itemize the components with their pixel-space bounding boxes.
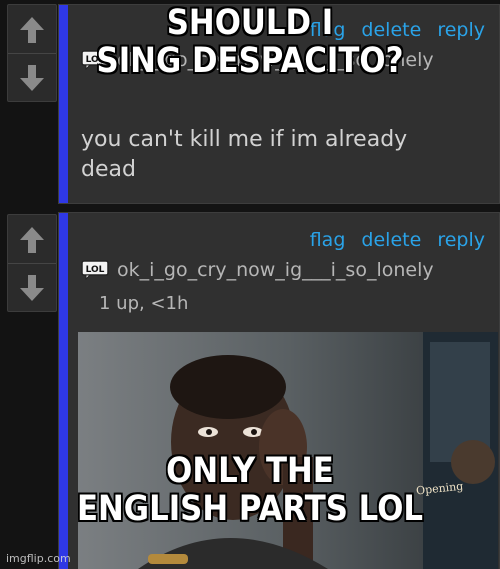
vote-box: [7, 214, 57, 312]
reply-link[interactable]: reply: [437, 229, 485, 251]
comment-text-line: you can't kill me if im already: [81, 127, 408, 152]
downvote-arrow-icon[interactable]: [19, 63, 45, 93]
upvote-arrow-icon[interactable]: [19, 15, 45, 45]
vote-box: [7, 4, 57, 102]
flag-link[interactable]: flag: [310, 19, 346, 41]
roll-safe-photo: [78, 332, 498, 569]
reply-link[interactable]: reply: [437, 19, 485, 41]
comment-meta: 1 up, <1h: [99, 293, 189, 314]
comment-actions: flag delete reply: [304, 229, 485, 251]
vote-divider: [8, 263, 56, 264]
comment-card: flag delete reply LOL ok_i_go_cry_now_ig…: [58, 4, 500, 204]
lol-badge-icon: LOL: [81, 260, 109, 280]
comment-accent-bar: [59, 213, 68, 569]
meme-page: flag delete reply LOL ok_i_go_cry_now_ig…: [0, 0, 500, 569]
downvote-arrow-icon[interactable]: [19, 273, 45, 303]
comment-actions: flag delete reply: [304, 19, 485, 41]
lol-badge-icon: LOL: [81, 50, 109, 70]
comment-username[interactable]: ok_i_go_cry_now_ig___i_so_lonely: [117, 49, 434, 71]
imgflip-watermark: imgflip.com: [6, 552, 71, 565]
flag-link[interactable]: flag: [310, 229, 346, 251]
upvote-arrow-icon[interactable]: [19, 225, 45, 255]
comment-image[interactable]: Opening: [78, 332, 498, 569]
comment-body: you can't kill me if im already dead: [81, 125, 407, 185]
delete-link[interactable]: delete: [361, 19, 421, 41]
comment-accent-bar: [59, 5, 68, 203]
comment-user-row: LOL ok_i_go_cry_now_ig___i_so_lonely: [81, 259, 434, 281]
comment-username[interactable]: ok_i_go_cry_now_ig___i_so_lonely: [117, 259, 434, 281]
lol-badge-text: LOL: [86, 265, 105, 275]
comment-text-line: dead: [81, 157, 136, 182]
delete-link[interactable]: delete: [361, 229, 421, 251]
lol-badge-text: LOL: [86, 55, 105, 65]
comment-user-row: LOL ok_i_go_cry_now_ig___i_so_lonely: [81, 49, 434, 71]
vote-divider: [8, 53, 56, 54]
